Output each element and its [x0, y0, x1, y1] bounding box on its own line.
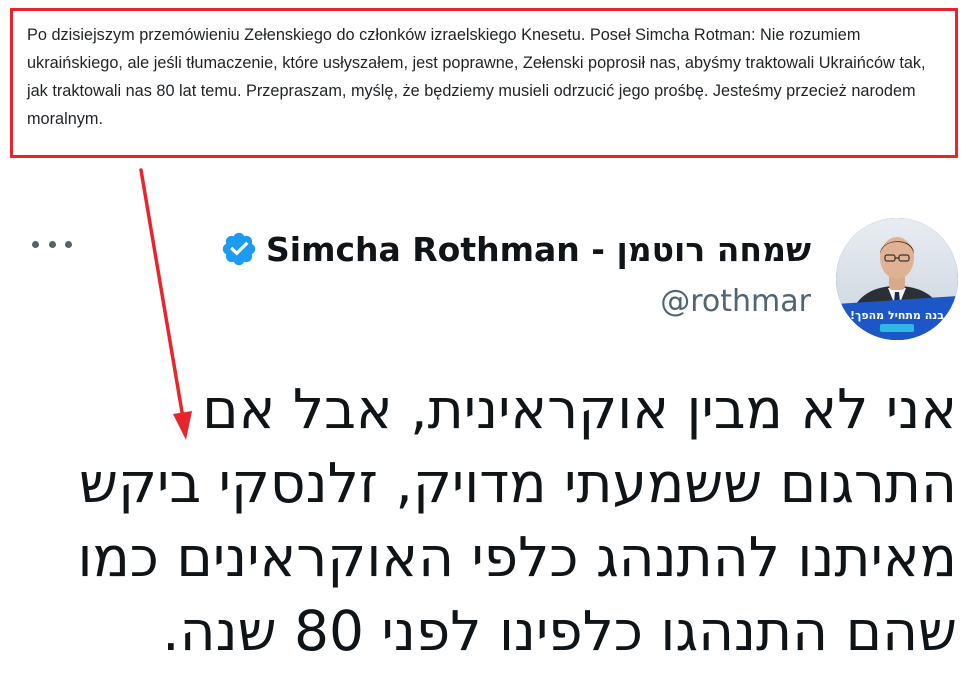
- avatar-banner-text: בנה מתחיל מהפך!: [850, 309, 944, 322]
- verified-badge-icon: [222, 232, 256, 266]
- tweet-author-row: שמחה רוטמן - Simcha Rothman: [220, 224, 811, 274]
- caption-box: Po dzisiejszym przemówieniu Zełenskiego …: [10, 8, 958, 158]
- tweet-text: אני לא מבין אוקראינית, אבל אם התרגום ששמ…: [77, 377, 957, 663]
- tweet-handle[interactable]: @rothmar: [660, 284, 811, 319]
- caption-text: Po dzisiejszym przemówieniu Zełenskiego …: [27, 26, 926, 128]
- tweet-display-name[interactable]: שמחה רוטמן - Simcha Rothman: [266, 230, 811, 269]
- more-options-icon[interactable]: [32, 232, 72, 256]
- avatar-portrait: בנה מתחיל מהפך!: [836, 218, 958, 340]
- avatar[interactable]: בנה מתחיל מהפך!: [836, 218, 958, 340]
